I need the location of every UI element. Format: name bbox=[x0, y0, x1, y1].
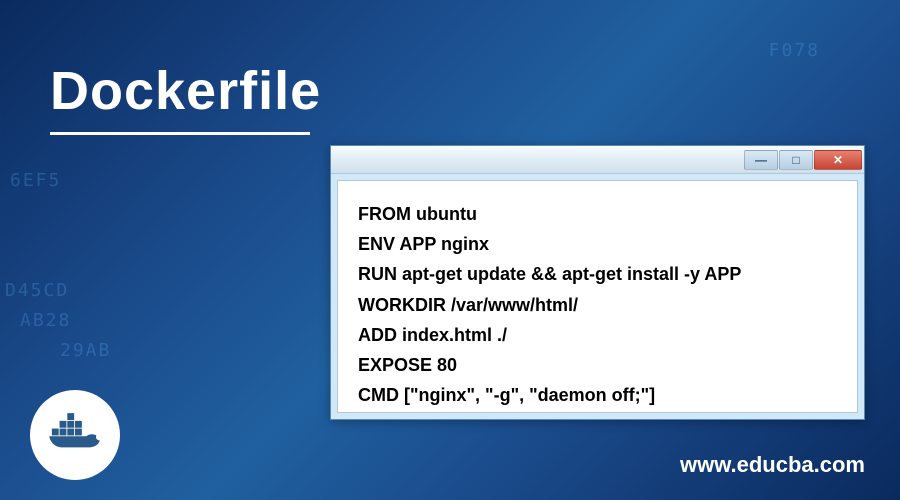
dockerfile-content: FROM ubuntu ENV APP nginx RUN apt-get up… bbox=[337, 180, 858, 413]
page-title: Dockerfile bbox=[50, 60, 321, 122]
maximize-button[interactable]: □ bbox=[779, 150, 813, 170]
bg-hex-decoration: AB28 bbox=[20, 310, 71, 331]
code-line: EXPOSE 80 bbox=[358, 350, 837, 380]
website-url: www.educba.com bbox=[680, 452, 865, 478]
code-line: ENV APP nginx bbox=[358, 229, 837, 259]
bg-hex-decoration: 6EF5 bbox=[10, 170, 61, 191]
code-window: — □ ✕ FROM ubuntu ENV APP nginx RUN apt-… bbox=[330, 145, 865, 420]
close-button[interactable]: ✕ bbox=[814, 150, 862, 170]
code-line: ADD index.html ./ bbox=[358, 320, 837, 350]
window-titlebar: — □ ✕ bbox=[331, 146, 864, 174]
code-line: CMD ["nginx", "-g", "daemon off;"] bbox=[358, 380, 837, 410]
code-line: RUN apt-get update && apt-get install -y… bbox=[358, 259, 837, 289]
docker-logo bbox=[30, 390, 120, 480]
bg-hex-decoration: F078 bbox=[769, 40, 820, 61]
bg-hex-decoration: D45CD bbox=[5, 280, 69, 301]
title-underline bbox=[50, 132, 310, 135]
code-line: FROM ubuntu bbox=[358, 199, 837, 229]
code-line: WORKDIR /var/www/html/ bbox=[358, 290, 837, 320]
minimize-button[interactable]: — bbox=[744, 150, 778, 170]
bg-hex-decoration: 29AB bbox=[60, 340, 111, 361]
docker-whale-icon bbox=[45, 410, 105, 460]
